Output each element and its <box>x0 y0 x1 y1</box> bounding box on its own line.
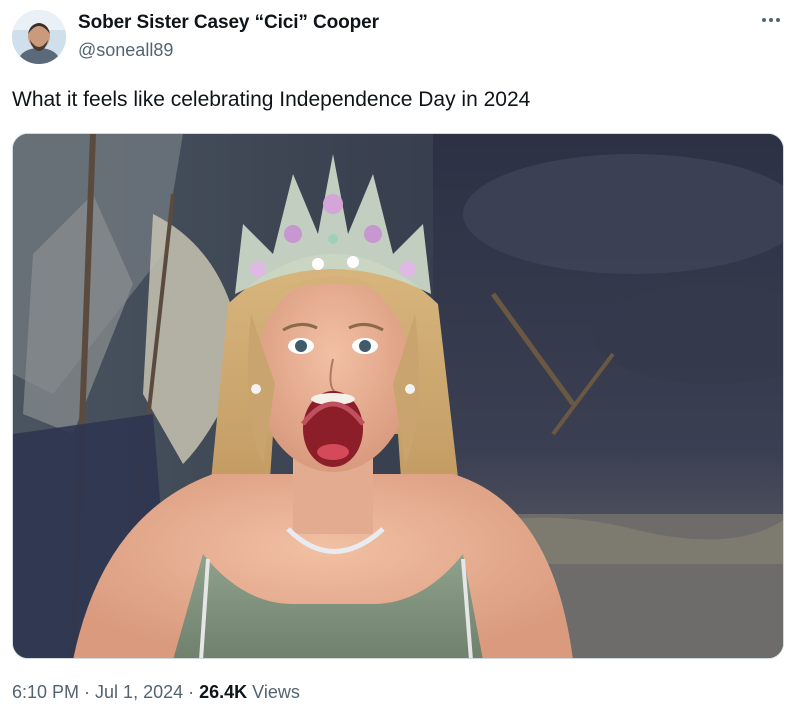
dot <box>769 18 773 22</box>
dot <box>776 18 780 22</box>
meta-separator: · <box>183 682 200 702</box>
tweet-meta: 6:10 PM · Jul 1, 2024 · 26.4K Views <box>12 682 300 703</box>
author-handle[interactable]: @soneall89 <box>78 40 173 61</box>
avatar-photo-icon <box>12 10 66 64</box>
more-dots-icon[interactable] <box>754 8 788 32</box>
photo-image <box>13 134 783 658</box>
views-count[interactable]: 26.4K <box>199 682 247 702</box>
tweet-media-photo[interactable] <box>12 133 784 659</box>
meta-separator: · <box>79 682 96 702</box>
tweet-text: What it feels like celebrating Independe… <box>12 88 531 111</box>
tweet-date[interactable]: Jul 1, 2024 <box>95 682 183 702</box>
author-avatar[interactable] <box>12 10 66 64</box>
views-label: Views <box>247 682 300 702</box>
author-display-name[interactable]: Sober Sister Casey “Cici” Cooper <box>78 12 379 34</box>
tweet-time[interactable]: 6:10 PM <box>12 682 79 702</box>
dot <box>762 18 766 22</box>
tweet-card: Sober Sister Casey “Cici” Cooper @soneal… <box>0 0 800 720</box>
